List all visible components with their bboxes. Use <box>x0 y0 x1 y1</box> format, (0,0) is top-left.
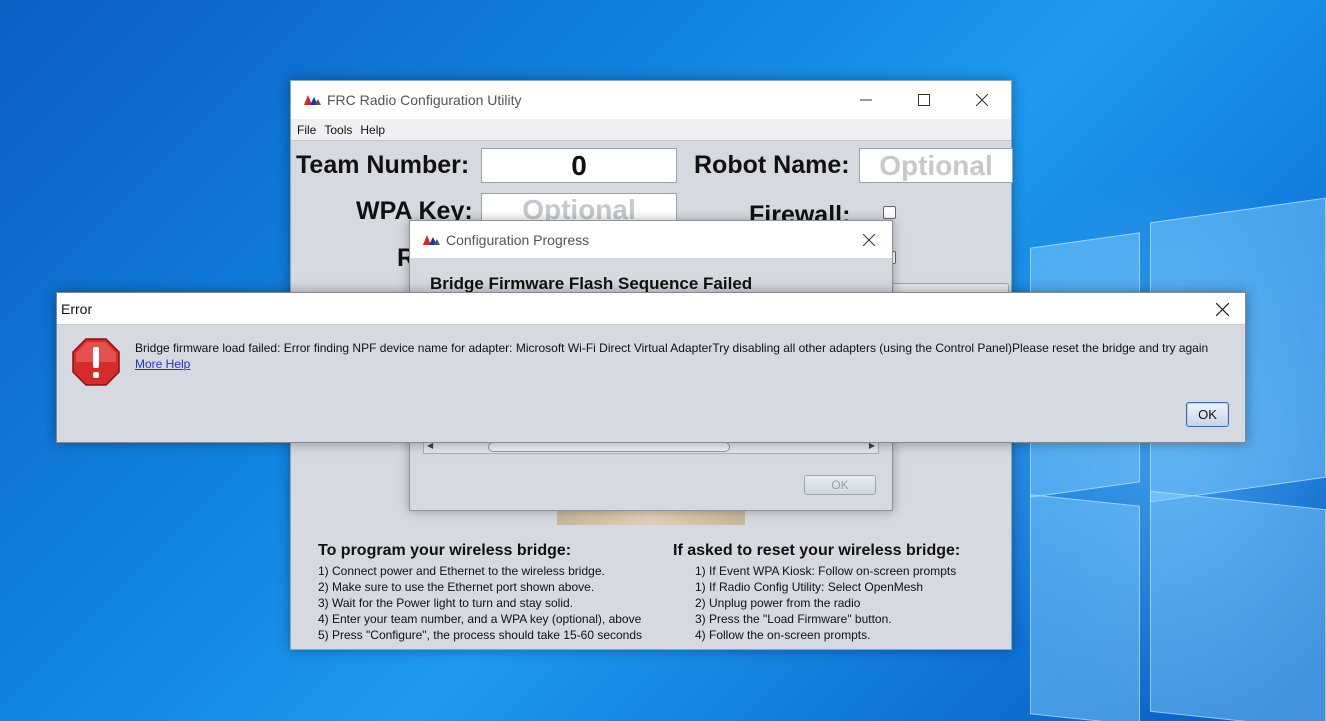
reset-instructions: If asked to reset your wireless bridge: … <box>673 541 960 643</box>
program-step: 3) Wait for the Power light to turn and … <box>318 596 574 610</box>
reset-step: 1) If Event WPA Kiosk: Follow on-screen … <box>695 564 957 578</box>
program-step: 5) Press "Configure", the process should… <box>318 628 643 642</box>
main-titlebar[interactable]: FRC Radio Configuration Utility <box>291 81 1011 119</box>
firewall-checkbox[interactable] <box>883 206 896 219</box>
progress-close-button[interactable] <box>846 221 892 258</box>
reset-step: 4) Follow the on-screen prompts. <box>695 628 871 642</box>
reset-step: 2) Unplug power from the radio <box>695 596 861 610</box>
reset-heading: If asked to reset your wireless bridge: <box>673 542 961 559</box>
program-instructions: To program your wireless bridge: 1) Conn… <box>318 541 642 643</box>
menu-tools[interactable]: Tools <box>324 123 352 137</box>
progress-ok-button[interactable]: OK <box>804 475 876 495</box>
team-number-label: Team Number: <box>296 151 470 179</box>
error-ok-button[interactable]: OK <box>1186 402 1229 427</box>
menu-bar: File Tools Help <box>291 119 1011 141</box>
maximize-button[interactable] <box>895 81 953 119</box>
progress-heading: Bridge Firmware Flash Sequence Failed <box>430 274 753 293</box>
scroll-thumb[interactable] <box>488 442 730 452</box>
menu-file[interactable]: File <box>297 123 316 137</box>
minimize-button[interactable] <box>837 81 895 119</box>
team-number-input[interactable]: 0 <box>481 148 677 183</box>
robot-name-input[interactable]: Optional <box>859 148 1013 183</box>
progress-title: Configuration Progress <box>446 231 590 248</box>
windows-logo-wallpaper <box>990 197 1326 721</box>
maximize-icon <box>918 94 930 106</box>
frc-logo-icon <box>423 234 440 245</box>
close-button[interactable] <box>953 81 1011 119</box>
minimize-icon <box>860 99 872 101</box>
radio-photo <box>557 509 745 525</box>
error-close-button[interactable] <box>1199 293 1245 325</box>
error-titlebar[interactable]: Error <box>57 293 1245 325</box>
program-heading: To program your wireless bridge: <box>318 542 572 559</box>
error-title: Error <box>61 300 93 317</box>
program-step: 2) Make sure to use the Ethernet port sh… <box>318 580 595 594</box>
progress-titlebar[interactable]: Configuration Progress <box>410 221 892 258</box>
frc-logo-icon <box>304 95 321 105</box>
close-icon <box>976 94 988 106</box>
error-dialog: Error Bridge firmware load failed: Error… <box>56 292 1246 443</box>
program-step: 4) Enter your team number, and a WPA key… <box>318 612 642 626</box>
close-icon <box>1215 302 1229 316</box>
wpa-key-input[interactable]: Optional <box>481 193 677 221</box>
close-icon <box>863 233 875 246</box>
reset-step: 1) If Radio Config Utility: Select OpenM… <box>695 580 924 594</box>
main-window-title: FRC Radio Configuration Utility <box>327 92 522 108</box>
program-step: 1) Connect power and Ethernet to the wir… <box>318 564 605 578</box>
menu-help[interactable]: Help <box>360 123 385 137</box>
error-octagon-icon <box>72 338 120 386</box>
reset-step: 3) Press the "Load Firmware" button. <box>695 612 892 626</box>
more-help-link[interactable]: More Help <box>135 357 190 371</box>
robot-name-label: Robot Name: <box>694 151 850 179</box>
error-message: Bridge firmware load failed: Error findi… <box>135 341 1209 355</box>
